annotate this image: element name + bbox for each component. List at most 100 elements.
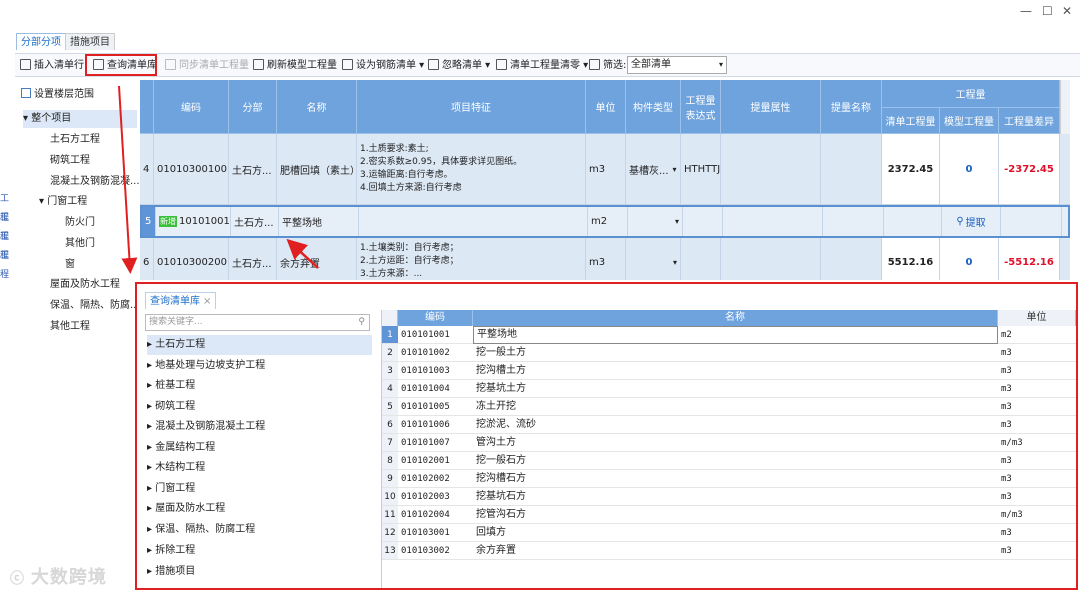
list-row[interactable]: 5 010101005 冻土开挖 m3: [382, 398, 1076, 416]
insert-row-button[interactable]: 插入清单行: [20, 58, 84, 74]
header-bill-qty: 清单工程量: [882, 108, 940, 134]
refresh-model-button[interactable]: 刷新模型工程量: [253, 58, 337, 74]
close-icon[interactable]: ×: [203, 296, 211, 307]
left-strip-item[interactable]: 工程: [0, 190, 12, 223]
category-item[interactable]: ▸ 砌筑工程: [147, 397, 372, 417]
list-row-unit: m3: [1001, 420, 1012, 430]
list-row[interactable]: 2 010101002 挖一般土方 m3: [382, 344, 1076, 362]
feature-line: 1.土壤类别：自行考虑；: [360, 243, 459, 253]
row-bill-qty: 5512.16: [882, 238, 940, 280]
left-strip-item[interactable]: 工程: [0, 209, 12, 242]
tab-measures[interactable]: 措施项目: [65, 33, 115, 50]
filter-select[interactable]: 全部清单 ▾: [627, 56, 727, 74]
tab-fenbu[interactable]: 分部分项: [16, 33, 66, 50]
list-row-name: 挖管沟石方: [476, 509, 526, 520]
category-item[interactable]: ▸ 金属结构工程: [147, 438, 372, 458]
header-model-qty: 模型工程量: [940, 108, 999, 134]
list-row[interactable]: 11 010102004 挖管沟石方 m/m3: [382, 506, 1076, 524]
tree-item[interactable]: 砌筑工程: [50, 152, 90, 170]
list-row-name: 平整场地: [473, 326, 998, 344]
row-model-qty: 0: [940, 134, 999, 204]
list-row[interactable]: 4 010101004 挖基坑土方 m3: [382, 380, 1076, 398]
tree-item-doors[interactable]: ▾ 门窗工程: [39, 193, 87, 211]
minimize-button[interactable]: —: [1020, 4, 1032, 18]
component-tree: 设置楼层范围 ▾ 整个项目 土石方工程 砌筑工程 混凝土及钢筋混凝... ▾ 门…: [15, 80, 140, 332]
query-list-tab[interactable]: 查询清单库 ×: [145, 292, 217, 309]
header-unit: 单位: [586, 80, 626, 134]
set-rebar-button[interactable]: 设为钢筋清单 ▾: [342, 58, 424, 74]
row-component-type[interactable]: ▾: [628, 207, 683, 236]
list-row[interactable]: 1 010101001 平整场地 m2: [382, 326, 1076, 344]
list-row-index: 5: [382, 398, 398, 415]
row-unit: m3: [586, 134, 626, 204]
category-item[interactable]: ▸ 措施项目: [147, 562, 372, 582]
search-icon[interactable]: ⚲: [358, 315, 365, 330]
floor-range-setting[interactable]: 设置楼层范围: [21, 86, 94, 104]
category-item[interactable]: ▸ 地基处理与边坡支护工程: [147, 356, 372, 376]
table-row[interactable]: 6 010103002001 土石方... 余方弃置 1.土壤类别：自行考虑； …: [140, 238, 1070, 280]
tree-item[interactable]: 混凝土及钢筋混凝...: [50, 173, 140, 191]
zero-quantity-button[interactable]: 清单工程量清零 ▾: [496, 58, 588, 74]
row-component-type[interactable]: ▾: [626, 238, 681, 280]
row-unit: m3: [586, 238, 626, 280]
feature-line: 3.土方来源：...: [360, 269, 423, 279]
zero-icon: [496, 59, 507, 70]
row-expression: [681, 238, 721, 280]
list-row-code: 010103001: [401, 528, 450, 538]
list-row[interactable]: 9 010102002 挖沟槽石方 m3: [382, 470, 1076, 488]
tree-item[interactable]: 保温、隔热、防腐...: [50, 297, 140, 315]
list-row[interactable]: 13 010103002 余方弃置 m3: [382, 542, 1076, 560]
list-row[interactable]: 12 010103001 回填方 m3: [382, 524, 1076, 542]
list-row[interactable]: 8 010102001 挖一般石方 m3: [382, 452, 1076, 470]
table-row[interactable]: 4 010103001001 土石方... 肥槽回填（素土） 1.土质要求:素土…: [140, 134, 1070, 205]
category-item[interactable]: ▸ 保温、隔热、防腐工程: [147, 520, 372, 540]
left-strip-item[interactable]: 工程: [0, 247, 12, 280]
row-component-type[interactable]: 基槽灰... ▾: [626, 134, 681, 204]
list-row[interactable]: 7 010101007 管沟土方 m/m3: [382, 434, 1076, 452]
row-name: 肥槽回填（素土）: [277, 134, 357, 204]
sync-icon: [165, 59, 176, 70]
category-item[interactable]: ▸ 门窗工程: [147, 479, 372, 499]
list-row-name: 挖一般石方: [476, 455, 526, 466]
sync-quantity-button[interactable]: 同步清单工程量: [165, 58, 249, 74]
list-header-code: 编码: [398, 310, 473, 326]
list-row-name: 挖一般土方: [476, 347, 526, 358]
maximize-button[interactable]: ☐: [1042, 4, 1053, 18]
list-row-name: 挖基坑土方: [476, 383, 526, 394]
table-row-selected[interactable]: 5 新增 10101001 土石方... 平整场地 m2 ▾ ⚲ 提取: [140, 205, 1070, 238]
list-row[interactable]: 10 010102003 挖基坑石方 m3: [382, 488, 1076, 506]
extract-button[interactable]: ⚲ 提取: [942, 207, 1001, 236]
tree-item[interactable]: 其他工程: [50, 318, 90, 336]
category-item[interactable]: ▸ 土石方工程: [147, 335, 372, 355]
highlight-box: [85, 54, 157, 76]
search-input[interactable]: 搜索关键字... ⚲: [145, 314, 370, 331]
category-item[interactable]: ▸ 混凝土及钢筋混凝土工程: [147, 417, 372, 437]
tree-item[interactable]: 土石方工程: [50, 131, 100, 149]
list-row-index: 8: [382, 452, 398, 469]
tree-item[interactable]: 窗: [65, 256, 75, 274]
list-row[interactable]: 3 010101003 挖沟槽土方 m3: [382, 362, 1076, 380]
tree-item[interactable]: 其他门: [65, 235, 95, 253]
left-strip-item[interactable]: 工程: [0, 228, 12, 261]
feature-line: 2.密实系数≥0.95，具体要求详见图纸。: [360, 157, 523, 167]
category-item[interactable]: ▸ 桩基工程: [147, 376, 372, 396]
category-item[interactable]: ▸ 屋面及防水工程: [147, 499, 372, 519]
refresh-icon: [253, 59, 264, 70]
category-item[interactable]: ▸ 拆除工程: [147, 541, 372, 561]
tree-item[interactable]: 屋面及防水工程: [50, 276, 120, 294]
list-row-unit: m3: [1001, 474, 1012, 484]
header-quantity: 工程量: [882, 80, 1060, 108]
row-attr-name: [821, 238, 882, 280]
list-row-code: 010103002: [401, 546, 450, 556]
category-item[interactable]: ▸ 木结构工程: [147, 458, 372, 478]
chevron-down-icon: ▾: [672, 164, 677, 174]
feature-line: 2.土方运距：自行考虑；: [360, 256, 459, 266]
tree-item[interactable]: 防火门: [65, 214, 95, 232]
header-qty-diff: 工程量差异: [999, 108, 1060, 134]
ignore-list-button[interactable]: 忽略清单 ▾: [428, 58, 490, 74]
row-attribute: [721, 238, 821, 280]
list-row[interactable]: 6 010101006 挖淤泥、流砂 m3: [382, 416, 1076, 434]
feature-line: 1.土质要求:素土;: [360, 144, 429, 154]
tree-root[interactable]: ▾ 整个项目: [23, 110, 137, 128]
close-button[interactable]: ✕: [1062, 4, 1072, 18]
